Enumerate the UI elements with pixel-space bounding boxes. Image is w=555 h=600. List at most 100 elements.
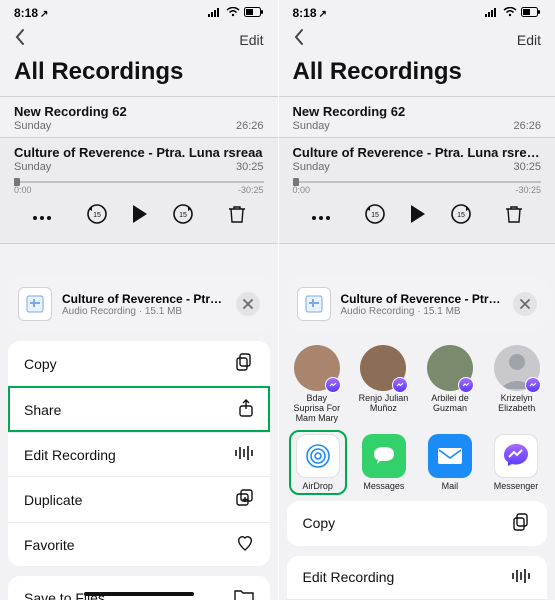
- waveform-icon: [511, 568, 531, 587]
- menu-copy[interactable]: Copy: [287, 501, 548, 546]
- app-mail[interactable]: Mail: [423, 434, 477, 491]
- menu-label: Edit Recording: [303, 569, 395, 585]
- menu-duplicate[interactable]: Duplicate: [8, 476, 270, 522]
- play-icon[interactable]: [408, 203, 428, 230]
- menu-card: Copy Share Edit Recording Duplicate Favo…: [8, 341, 270, 566]
- recording-row[interactable]: New Recording 62 Sunday 26:26: [0, 97, 278, 138]
- app-messenger[interactable]: Messenger: [489, 434, 543, 491]
- nav-bar: Edit: [279, 22, 555, 54]
- folder-icon: [234, 588, 254, 600]
- contact-name: Renjo Julian Muñoz: [357, 394, 410, 414]
- time-remaining: -30:25: [238, 185, 264, 195]
- player-controls: 15 15: [293, 195, 542, 238]
- recording-duration: 30:25: [513, 161, 541, 173]
- rewind-15-icon[interactable]: 15: [86, 203, 108, 230]
- recording-row[interactable]: New Recording 62 Sunday26:26: [279, 97, 555, 138]
- recording-day: Sunday: [293, 120, 330, 132]
- contacts-row: Bday Suprisa For Mam Mary Renjo Julian M…: [287, 341, 548, 434]
- menu-edit-recording[interactable]: Edit Recording: [8, 432, 270, 476]
- messenger-badge-icon: [458, 377, 474, 393]
- airdrop-icon: [296, 434, 340, 478]
- app-label: Mail: [442, 481, 459, 491]
- file-thumb-icon: [297, 287, 331, 321]
- player-controls: 15 15: [14, 195, 264, 238]
- scrubber[interactable]: 0:00-30:25: [0, 181, 278, 195]
- recording-name: Culture of Reverence - Ptra. Luna rsreaa: [14, 145, 264, 160]
- app-label: Messages: [363, 481, 404, 491]
- status-icons: [485, 6, 541, 20]
- contact[interactable]: Renjo Julian Muñoz: [357, 345, 410, 424]
- contact[interactable]: Bday Suprisa For Mam Mary: [291, 345, 344, 424]
- share-subtitle: Audio Recording · 15.1 MB: [62, 306, 226, 317]
- messenger-icon: [494, 434, 538, 478]
- recording-day: Sunday: [14, 161, 51, 173]
- contact[interactable]: Arbilei de Guzman: [424, 345, 477, 424]
- home-indicator[interactable]: [84, 592, 194, 596]
- share-sheet: Culture of Reverence - Ptra. Luna rsreaa…: [279, 277, 555, 600]
- svg-text:15: 15: [371, 212, 379, 219]
- app-label: Messenger: [494, 481, 539, 491]
- recording-name: New Recording 62: [14, 104, 264, 119]
- recording-day: Sunday: [293, 161, 330, 173]
- trash-icon[interactable]: [505, 204, 523, 229]
- menu-label: Copy: [24, 356, 57, 372]
- heart-icon: [236, 535, 254, 554]
- screen-right: 8:18↗ Edit All Recordings New Recording …: [278, 0, 555, 600]
- time-position: 0:00: [293, 185, 311, 195]
- menu-copy[interactable]: Copy: [8, 341, 270, 386]
- share-title: Culture of Reverence - Ptra. Luna rsreaa: [341, 292, 504, 306]
- menu-label: Edit Recording: [24, 447, 116, 463]
- close-button[interactable]: [236, 292, 260, 316]
- contact[interactable]: Krizelyn Elizabeth: [490, 345, 543, 424]
- more-icon[interactable]: [32, 208, 52, 226]
- status-time: 8:18↗: [14, 6, 48, 20]
- play-icon[interactable]: [130, 203, 150, 230]
- battery-icon: [244, 6, 264, 20]
- status-bar: 8:18↗: [0, 0, 278, 22]
- status-icons: [208, 6, 264, 20]
- back-button[interactable]: [14, 28, 26, 52]
- menu-label: Copy: [303, 515, 336, 531]
- recordings-list: New Recording 62 Sunday26:26 Culture of …: [279, 96, 555, 244]
- signal-icon: [485, 6, 499, 20]
- menu-share[interactable]: Share: [8, 386, 270, 432]
- nav-bar: Edit: [0, 22, 278, 54]
- menu-card: Edit Recording Duplicate: [287, 556, 548, 600]
- app-airdrop[interactable]: AirDrop: [291, 432, 345, 493]
- recording-name: Culture of Reverence - Ptra. Luna rsreaa: [293, 145, 542, 160]
- messenger-badge-icon: [392, 377, 408, 393]
- close-button[interactable]: [513, 292, 537, 316]
- page-title: All Recordings: [279, 54, 555, 96]
- mail-icon: [428, 434, 472, 478]
- trash-icon[interactable]: [228, 204, 246, 229]
- wifi-icon: [503, 6, 517, 20]
- rewind-15-icon[interactable]: 15: [364, 203, 386, 230]
- recording-row[interactable]: Culture of Reverence - Ptra. Luna rsreaa…: [279, 138, 555, 244]
- more-icon[interactable]: [311, 208, 331, 226]
- scrubber[interactable]: 0:00-30:25: [279, 181, 555, 195]
- recording-day: Sunday: [14, 120, 51, 132]
- battery-icon: [521, 6, 541, 20]
- menu-label: Duplicate: [24, 492, 82, 508]
- menu-save-to-files[interactable]: Save to Files: [8, 576, 270, 600]
- forward-15-icon[interactable]: 15: [450, 203, 472, 230]
- recording-duration: 26:26: [236, 120, 264, 132]
- recording-row[interactable]: Culture of Reverence - Ptra. Luna rsreaa…: [0, 138, 278, 244]
- recordings-list: New Recording 62 Sunday 26:26 Culture of …: [0, 96, 278, 244]
- menu-card: Save to Files Edit Actions...: [8, 576, 270, 600]
- apps-row: AirDrop Messages Mail Messenger: [287, 434, 548, 501]
- edit-button[interactable]: Edit: [517, 32, 541, 48]
- recording-duration: 26:26: [513, 120, 541, 132]
- forward-15-icon[interactable]: 15: [172, 203, 194, 230]
- menu-edit-recording[interactable]: Edit Recording: [287, 556, 548, 599]
- status-bar: 8:18↗: [279, 0, 555, 22]
- edit-button[interactable]: Edit: [239, 32, 263, 48]
- contact-name: Krizelyn Elizabeth: [490, 394, 543, 414]
- svg-text:15: 15: [179, 212, 187, 219]
- action-sheet: Culture of Reverence - Ptra. Luna rsreaa…: [0, 277, 278, 600]
- menu-favorite[interactable]: Favorite: [8, 522, 270, 566]
- back-button[interactable]: [293, 28, 305, 52]
- app-messages[interactable]: Messages: [357, 434, 411, 491]
- duplicate-icon: [236, 489, 254, 510]
- menu-card: Copy: [287, 501, 548, 546]
